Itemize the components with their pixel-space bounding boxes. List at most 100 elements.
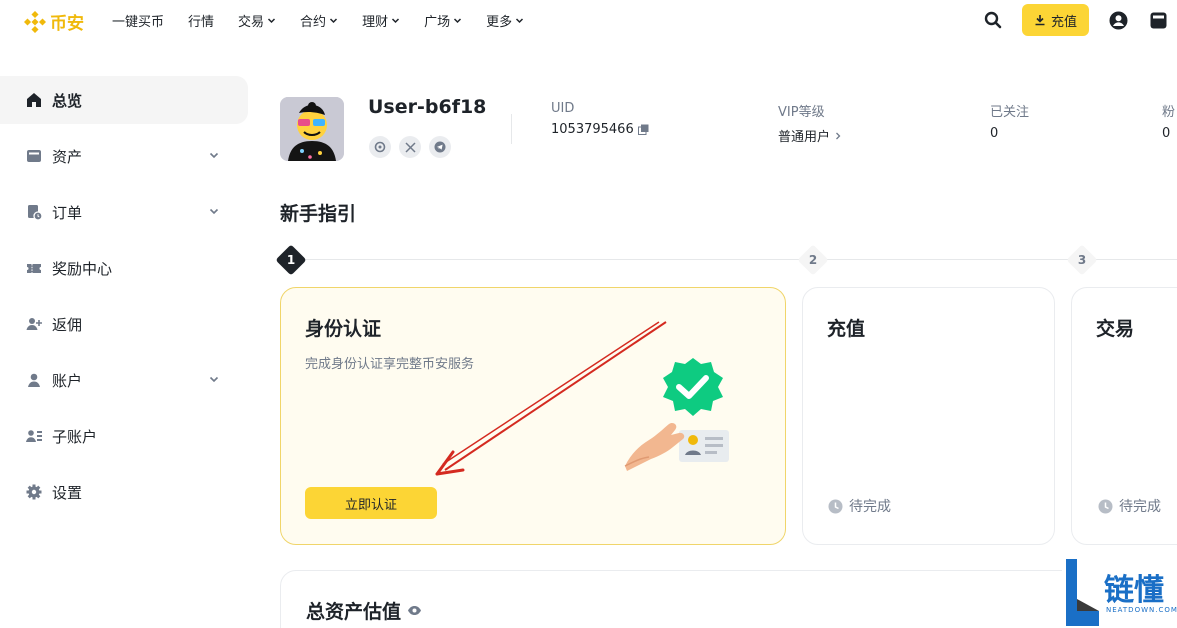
followers-value: 0 (1162, 126, 1171, 141)
telegram-icon[interactable] (429, 136, 451, 158)
sidebar-item-7[interactable]: 设置 (0, 468, 248, 516)
nav-item-2[interactable]: 交易 (238, 11, 276, 30)
nav-item-3[interactable]: 合约 (300, 11, 338, 30)
nav-item-label: 一键买币 (112, 14, 165, 30)
nav-item-4[interactable]: 理财 (362, 11, 400, 30)
watermark-logo-icon (1066, 559, 1099, 626)
download-icon (1035, 15, 1045, 26)
sidebar-item-label: 设置 (52, 483, 83, 502)
sidebar-item-label: 资产 (52, 147, 83, 166)
main-menu: 一键买币 行情 交易 合约 理财 广场 更多 (112, 0, 548, 40)
copy-icon[interactable] (637, 124, 649, 135)
top-nav: 币安 一键买币 行情 交易 合约 理财 广场 更多 充值 (0, 0, 1177, 40)
chevron-down-icon (392, 17, 400, 23)
following-label: 已关注 (990, 105, 1030, 120)
logo[interactable]: 币安 (24, 9, 84, 34)
nav-item-5[interactable]: 广场 (424, 11, 462, 30)
sidebar-item-4[interactable]: 返佣 (0, 300, 248, 348)
card-title: 充值 (827, 318, 866, 340)
deposit-label: 充值 (1050, 14, 1077, 30)
user-plus-icon (25, 315, 43, 333)
nav-item-label: 更多 (486, 14, 513, 30)
chevron-down-icon (454, 17, 462, 23)
nav-item-6[interactable]: 更多 (486, 11, 524, 30)
ticket-icon (25, 259, 43, 277)
sidebar: 总览资产订单奖励中心返佣账户子账户设置 (0, 76, 248, 524)
sidebar-item-label: 总览 (52, 91, 83, 110)
search-icon[interactable] (982, 9, 1004, 31)
chevron-down-icon[interactable] (208, 149, 220, 161)
gear-icon (25, 483, 43, 501)
following-value: 0 (990, 126, 999, 141)
sidebar-item-label: 奖励中心 (52, 259, 113, 278)
chevron-down-icon (330, 17, 338, 23)
uid-value-row: 1053795466 (551, 122, 649, 137)
deposit-card[interactable]: 充值 待完成 (802, 287, 1055, 545)
profile-divider (511, 114, 512, 144)
sidebar-item-6[interactable]: 子账户 (0, 412, 248, 460)
guide-title: 新手指引 (280, 203, 357, 225)
deposit-button[interactable]: 充值 (1021, 4, 1089, 36)
nav-item-0[interactable]: 一键买币 (112, 11, 164, 30)
sidebar-item-label: 账户 (52, 371, 83, 390)
uid-label: UID (551, 101, 575, 116)
binance-square-icon[interactable] (369, 136, 391, 158)
order-icon (25, 203, 43, 221)
user-icon[interactable] (1107, 9, 1129, 31)
card-title: 身份认证 (305, 318, 382, 340)
wallet-icon[interactable] (1147, 9, 1169, 31)
total-assets-card: 总资产估值 (280, 570, 1177, 628)
sidebar-item-0[interactable]: 总览 (0, 76, 248, 124)
sidebar-item-1[interactable]: 资产 (0, 132, 248, 180)
step-line (1094, 259, 1177, 260)
step-line (826, 259, 1070, 260)
user-icon (25, 371, 43, 389)
sidebar-item-label: 返佣 (52, 315, 83, 334)
vip-value: 普通用户 (778, 130, 831, 145)
pending-status: 待完成 (828, 496, 891, 516)
sub-account-icon (25, 427, 43, 445)
eye-icon[interactable] (407, 605, 422, 616)
nav-item-1[interactable]: 行情 (188, 11, 214, 30)
nav-item-label: 交易 (238, 14, 265, 30)
nav-item-label: 理财 (362, 14, 389, 30)
nav-item-label: 行情 (188, 14, 215, 30)
total-assets-title: 总资产估值 (306, 597, 422, 624)
nav-item-label: 广场 (424, 14, 451, 30)
step-line (302, 259, 802, 260)
binance-logo-icon (24, 10, 46, 33)
chevron-down-icon (268, 17, 276, 23)
sidebar-item-3[interactable]: 奖励中心 (0, 244, 248, 292)
avatar[interactable] (280, 97, 344, 161)
sidebar-item-label: 子账户 (52, 427, 98, 446)
pending-label: 待完成 (1119, 499, 1161, 515)
x-icon[interactable] (399, 136, 421, 158)
identity-verification-card: 身份认证 完成身份认证享完整币安服务 立即认证 (280, 287, 786, 545)
sidebar-item-2[interactable]: 订单 (0, 188, 248, 236)
sidebar-item-5[interactable]: 账户 (0, 356, 248, 404)
uid-value: 1053795466 (551, 122, 634, 137)
username: User-b6f18 (368, 96, 487, 118)
chevron-down-icon (516, 17, 524, 23)
step-number-3: 3 (1077, 253, 1087, 267)
total-assets-label: 总资产估值 (306, 601, 402, 623)
logo-text: 币安 (50, 14, 84, 34)
uid-stat: UID 1053795466 (551, 101, 649, 137)
nav-item-label: 合约 (300, 14, 327, 30)
verify-now-button[interactable]: 立即认证 (305, 487, 437, 519)
chevron-down-icon[interactable] (208, 205, 220, 217)
clock-icon (828, 499, 843, 513)
following-stat[interactable]: 已关注 0 (990, 101, 1029, 141)
step-number-1: 1 (286, 253, 296, 267)
annotation-arrow (435, 321, 667, 476)
vip-value-row[interactable]: 普通用户 (778, 126, 842, 145)
nav-right: 充值 (982, 0, 1177, 40)
vip-label: VIP等级 (778, 105, 825, 120)
home-icon (25, 91, 43, 109)
watermark: 链懂 NEATDOWN.COM (1062, 557, 1177, 628)
chevron-down-icon[interactable] (208, 373, 220, 385)
followers-stat[interactable]: 粉 0 (1162, 101, 1175, 141)
sidebar-item-label: 订单 (52, 203, 83, 222)
trade-card[interactable]: 交易 待完成 (1071, 287, 1177, 545)
chevron-right-icon (836, 132, 841, 139)
